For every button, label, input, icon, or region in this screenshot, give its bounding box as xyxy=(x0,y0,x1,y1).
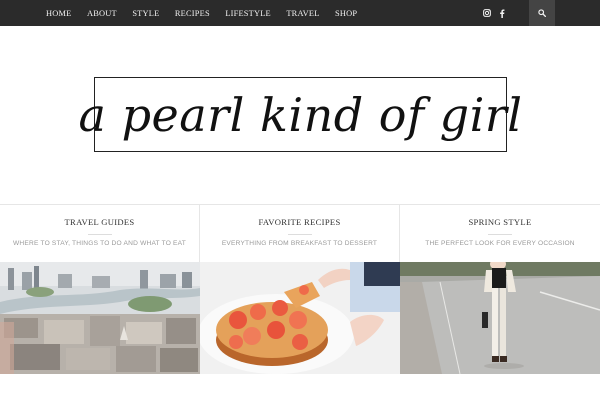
promo-image-street-outfit[interactable] xyxy=(400,262,600,374)
promo-title[interactable]: SPRING STYLE xyxy=(400,217,600,227)
nav-item-shop[interactable]: SHOP xyxy=(335,9,357,18)
promo-title[interactable]: FAVORITE RECIPES xyxy=(200,217,399,227)
promo-divider xyxy=(488,234,512,235)
facebook-icon xyxy=(500,8,505,18)
instagram-link[interactable] xyxy=(481,0,493,26)
nav-item-travel[interactable]: TRAVEL xyxy=(286,9,319,18)
promo-divider xyxy=(288,234,312,235)
promo-image-orange-cake[interactable] xyxy=(200,262,400,374)
search-button[interactable] xyxy=(529,0,555,26)
nav-item-style[interactable]: STYLE xyxy=(132,9,159,18)
site-logo-text: a pearl kind of girl xyxy=(78,87,523,142)
facebook-link[interactable] xyxy=(496,0,508,26)
promo-subtitle: WHERE TO STAY, THINGS TO DO AND WHAT TO … xyxy=(13,240,186,247)
promo-travel-guides[interactable]: TRAVEL GUIDES WHERE TO STAY, THINGS TO D… xyxy=(0,204,200,374)
promo-image-city-skyline[interactable] xyxy=(0,262,200,374)
promo-header: FAVORITE RECIPES EVERYTHING FROM BREAKFA… xyxy=(200,204,399,262)
promo-grid: TRAVEL GUIDES WHERE TO STAY, THINGS TO D… xyxy=(0,204,600,374)
promo-header: TRAVEL GUIDES WHERE TO STAY, THINGS TO D… xyxy=(0,204,199,262)
nav-item-lifestyle[interactable]: LIFESTYLE xyxy=(225,9,271,18)
main-nav: HOME ABOUT STYLE RECIPES LIFESTYLE TRAVE… xyxy=(46,0,373,26)
promo-divider xyxy=(88,234,112,235)
nav-item-recipes[interactable]: RECIPES xyxy=(175,9,210,18)
promo-subtitle: EVERYTHING FROM BREAKFAST TO DESSERT xyxy=(221,240,378,247)
search-icon xyxy=(538,9,546,17)
promo-header: SPRING STYLE THE PERFECT LOOK FOR EVERY … xyxy=(400,204,600,262)
promo-subtitle: THE PERFECT LOOK FOR EVERY OCCASION xyxy=(425,240,575,247)
promo-favorite-recipes[interactable]: FAVORITE RECIPES EVERYTHING FROM BREAKFA… xyxy=(200,204,400,374)
nav-item-about[interactable]: ABOUT xyxy=(87,9,117,18)
promo-spring-style[interactable]: SPRING STYLE THE PERFECT LOOK FOR EVERY … xyxy=(400,204,600,374)
promo-title[interactable]: TRAVEL GUIDES xyxy=(0,217,199,227)
instagram-icon xyxy=(483,9,491,17)
top-nav-bar: HOME ABOUT STYLE RECIPES LIFESTYLE TRAVE… xyxy=(0,0,600,26)
nav-item-home[interactable]: HOME xyxy=(46,9,71,18)
site-logo[interactable]: a pearl kind of girl xyxy=(79,77,522,152)
